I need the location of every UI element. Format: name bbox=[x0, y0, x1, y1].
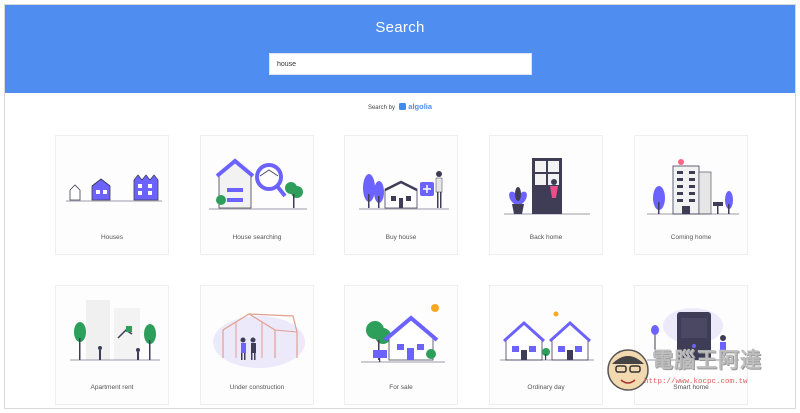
card-label: Houses bbox=[100, 234, 124, 241]
card-label: Under construction bbox=[229, 384, 285, 391]
card-label: House searching bbox=[232, 234, 282, 241]
result-card-house-searching[interactable]: House searching bbox=[200, 135, 314, 255]
watermark-title: 電腦王阿達 bbox=[652, 348, 762, 372]
card-label: Buy house bbox=[385, 234, 417, 241]
algolia-brand: algolia bbox=[408, 102, 433, 111]
powered-by-prefix: Search by bbox=[367, 105, 395, 111]
powered-by-algolia[interactable]: Search by algolia bbox=[5, 102, 795, 113]
result-card-for-sale[interactable]: For sale bbox=[344, 285, 458, 405]
mascot-face-icon bbox=[607, 349, 649, 391]
result-card-buy-house[interactable]: Buy house bbox=[344, 135, 458, 255]
for-sale-icon bbox=[361, 304, 445, 363]
house-searching-icon bbox=[209, 158, 307, 210]
card-label: Coming home bbox=[670, 234, 712, 241]
back-home-icon bbox=[504, 158, 590, 215]
coming-home-icon bbox=[647, 159, 739, 215]
watermark-url: http://www.kocpc.com.tw bbox=[644, 378, 748, 386]
algolia-logo-icon bbox=[398, 103, 406, 110]
result-card-under-construction[interactable]: Under construction bbox=[200, 285, 314, 405]
site-watermark: 電腦王阿達 http://www.kocpc.com.tw bbox=[604, 340, 794, 406]
houses-icon bbox=[66, 174, 162, 202]
card-label: Apartment rent bbox=[90, 384, 134, 391]
buy-house-icon bbox=[359, 171, 449, 210]
result-card-coming-home[interactable]: Coming home bbox=[634, 135, 748, 255]
card-label: Ordinary day bbox=[527, 384, 565, 391]
under-construction-icon bbox=[213, 313, 305, 368]
result-card-ordinary-day[interactable]: Ordinary day bbox=[489, 285, 603, 405]
result-card-back-home[interactable]: Back home bbox=[489, 135, 603, 255]
card-label: Back home bbox=[529, 234, 563, 241]
page-title: Search bbox=[375, 19, 425, 36]
card-label: For sale bbox=[389, 384, 413, 391]
search-input[interactable] bbox=[269, 53, 532, 75]
ordinary-day-icon bbox=[500, 311, 594, 361]
apartment-rent-icon bbox=[70, 300, 160, 361]
search-header: Search bbox=[5, 5, 795, 93]
result-card-houses[interactable]: Houses bbox=[55, 135, 169, 255]
result-card-apartment-rent[interactable]: Apartment rent bbox=[55, 285, 169, 405]
